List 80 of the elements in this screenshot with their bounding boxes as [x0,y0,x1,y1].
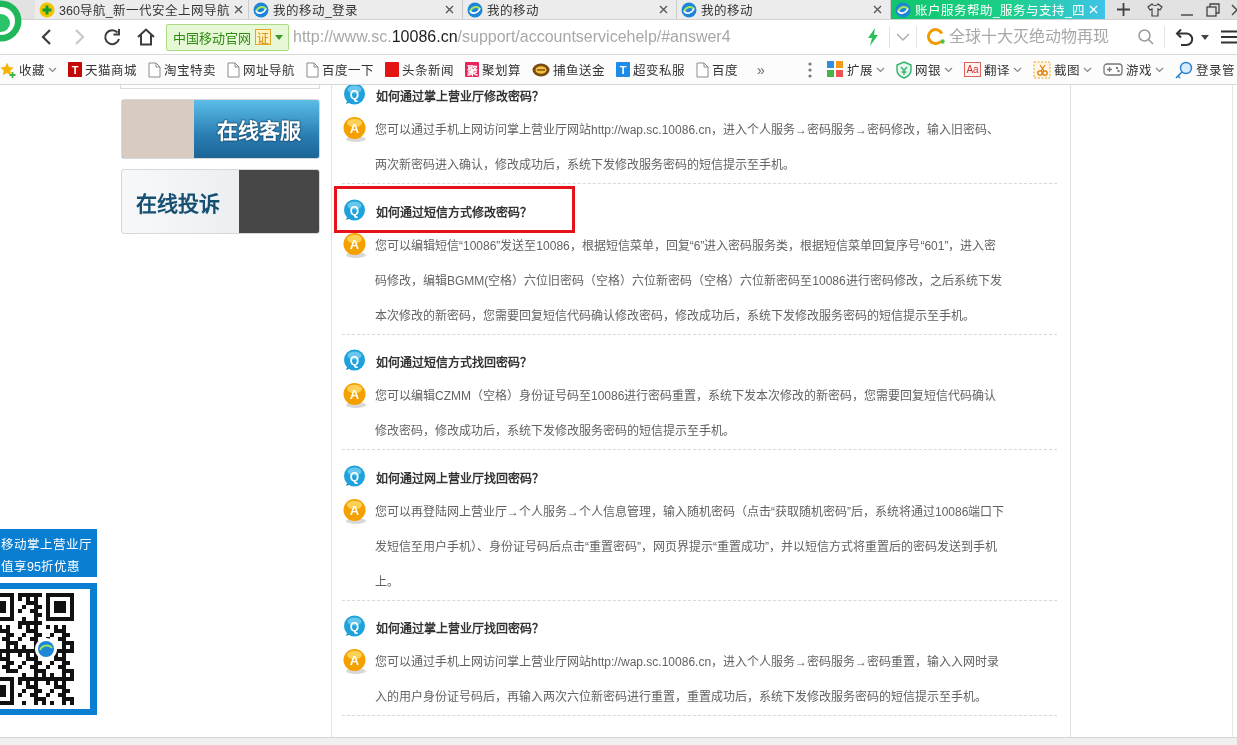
browser-tab[interactable]: 我的移动_登录 [249,0,463,19]
bookmark-link[interactable]: 百度 [696,60,738,79]
bookmark-link[interactable]: T 超变私服 [616,60,685,79]
toolbar-button[interactable]: 登录管 [1175,60,1235,79]
promo-banner[interactable]: 移动掌上营业厅 值享95折优惠 [0,529,97,577]
promo-text: 移动掌上营业厅 [1,537,93,553]
question-text: 如何通过掌上营业厅找回密码？ [376,620,544,636]
bookmark-link[interactable]: 百度一下 [306,60,374,79]
site-badge[interactable]: 中国移动官网 证 [166,23,289,51]
swirl-logo-icon [895,1,911,18]
answer-text: 您可以通过手机上网访问掌上营业厅网站http://wap.sc.10086.cn，进入个人服务→密码服务→密码修改，输入旧密码、两次新密码进入确认，修改成功后，系统下发修改服务密码的短信提示至手机。 [375,122,1001,174]
browser-tab[interactable]: 我的移动 [677,0,891,19]
browser-tab[interactable]: 360导航_新一代安全上网导航 [35,0,249,19]
dots-icon[interactable] [808,61,812,78]
question-text: 如何通过短信方式找回密码？ [376,354,532,370]
home-icon[interactable] [136,27,156,47]
question-icon: Q [342,85,367,108]
grid-icon [827,61,844,78]
crop-icon [1033,60,1051,79]
logo-tile-icon: T [68,62,82,77]
photo-placeholder [122,100,194,158]
bookmark-link[interactable]: 网址导航 [227,60,295,79]
menu-icon[interactable] [1221,30,1237,44]
bookmark-link[interactable]: 收藏 [0,60,57,79]
caret-icon[interactable] [1201,34,1209,40]
question-text: 如何通过短信方式修改密码？ [376,204,532,220]
toolbar-button[interactable]: 截图 [1033,60,1092,79]
coin-icon [532,61,550,78]
answer-text: 您可以编辑短信“10086”发送至10086，根据短信菜单，回复“6”进入密码服务类，根据短信菜单回复序号“601”，进入密码修改，编辑BGMM(空格）六位旧密码（空格）六位新密码（空格）六位新密码至10086进行密码修改，之后系统下发本次修改的新密码，您需要回复短信代码确认修改密码，修改成功后，系统下发修改服务密码的短信提示至手机。 [375,237,1003,325]
bookmark-link[interactable]: 捕鱼送金 [532,60,605,79]
page-icon [148,61,161,78]
browser-logo-icon[interactable] [0,0,22,42]
answer-text: 您可以通过手机上网访问掌上营业厅网站http://wap.sc.10086.cn，进入个人服务→密码服务→密码重置，输入入网时录入的用户身份证号码后，再输入两次六位新密码进行重置，重置成功后，系统下发修改服务密码的短信提示至手机。 [375,654,1001,706]
toolbar-button[interactable]: 网银 [896,60,953,79]
reload-icon[interactable] [102,27,122,47]
toolbar-button[interactable]: 游戏 [1103,60,1164,79]
plus-disc-icon [39,1,55,18]
swirl-logo-icon [681,1,697,18]
question-text: 如何通过掌上营业厅修改密码？ [376,88,544,104]
page-icon [227,61,240,78]
swirl-logo-icon [253,1,269,18]
search-field[interactable]: 全球十大灭绝动物再现 [949,28,1129,46]
question-text: 如何通过网上营业厅找回密码？ [376,470,544,486]
star-icon [0,61,16,78]
toolbar-button[interactable]: 扩展 [827,60,885,79]
search-icon[interactable] [1138,29,1154,45]
page-icon [696,61,709,78]
close-icon[interactable] [873,5,882,14]
answer-text: 您可以再登陆网上营业厅→个人服务→个人信息管理，输入随机密码（点击“获取随机密码”后，系统将通过10086端口下发短信至用户手机）、身份证号码后点击“重置密码”，网页界提示“重置成功”，并以短信方式将重置后的密码发送到手机上。 [375,503,1005,591]
bookmark-link[interactable]: T 天猫商城 [68,60,137,79]
page-icon [306,61,319,78]
more-button[interactable]: » [757,61,765,78]
undo-icon[interactable] [1175,28,1195,46]
close-icon[interactable] [445,5,454,14]
site-name: 中国移动官网 [173,29,251,47]
service-banner[interactable]: 在线投诉 [121,169,320,234]
close-icon[interactable] [659,5,668,14]
question-icon: Q [342,349,367,374]
bookmark-link[interactable]: 头条新闻 [385,60,454,79]
cert-badge: 证 [255,29,271,45]
logo-tile-icon: 聚 [465,62,479,77]
translate-tile-icon: Aa [964,62,981,77]
close-icon[interactable] [233,5,243,14]
key-icon [1175,60,1193,79]
bookmark-link[interactable]: 聚 聚划算 [465,60,521,79]
plus-icon[interactable] [1117,3,1130,16]
shield-icon [896,60,912,79]
url-field[interactable]: http://www.sc.10086.cn/support/accountservicehelp/#answer4 [293,28,863,46]
logo-tile-icon: T [616,62,630,77]
toolbar-button[interactable]: Aa 翻译 [964,60,1022,79]
restore-icon[interactable] [1206,2,1220,17]
answer-text: 您可以编辑CZMM（空格）身份证号码至10086进行密码重置，系统下发本次修改的新密码，您需要回复短信代码确认修改密码，修改成功后，系统下发修改服务密码的短信提示至手机。 [375,388,998,440]
shirt-icon[interactable] [1147,2,1163,17]
browser-tab[interactable]: 我的移动 [463,0,677,19]
swirl-logo-icon [467,1,483,18]
service-banner[interactable]: 在线客服 [121,99,320,159]
promo-text: 值享95折优惠 [1,559,81,575]
question-icon: Q [342,615,367,640]
gamepad-icon [1103,62,1123,77]
bookmark-link[interactable]: 淘宝特卖 [148,60,216,79]
